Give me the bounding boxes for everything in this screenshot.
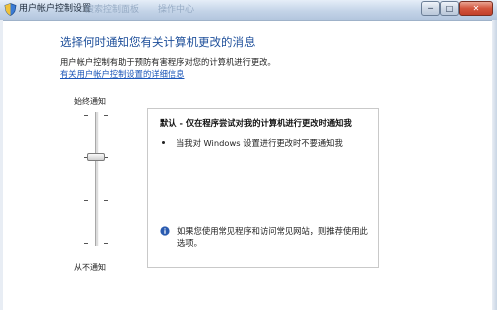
background-window-text: 操作中心 — [158, 5, 195, 15]
uac-help-link[interactable]: 有关用户帐户控制设置的详细信息 — [60, 68, 184, 80]
slider-tick — [104, 200, 108, 201]
slider-tick — [84, 243, 88, 244]
minimize-button[interactable]: ─ — [421, 1, 440, 16]
page-heading: 选择何时通知您有关计算机更改的消息 — [60, 35, 256, 49]
window-right-border — [492, 20, 497, 310]
maximize-button[interactable]: □ — [440, 1, 459, 16]
page-description: 用户帐户控制有助于预防有害程序对您的计算机进行更改。 — [60, 57, 276, 67]
shield-icon — [4, 3, 17, 16]
slider-track[interactable] — [95, 112, 99, 246]
slider-top-label: 始终通知 — [74, 97, 106, 106]
slider-tick — [84, 200, 88, 201]
slider-bottom-label: 从不通知 — [74, 263, 106, 272]
background-search-text: 搜索控制面板 — [85, 5, 140, 15]
level-description-panel: 默认 - 仅在程序尝试对我的计算机进行更改时通知我 当我对 Windows 设置… — [147, 108, 379, 268]
slider-thumb[interactable] — [87, 153, 105, 161]
title-bar: 用户帐户控制设置 搜索控制面板 操作中心 ─ □ ✕ — [0, 0, 497, 21]
notification-level-slider[interactable] — [80, 110, 112, 250]
close-button[interactable]: ✕ — [459, 1, 493, 16]
window-left-border — [0, 20, 3, 310]
slider-tick — [84, 115, 88, 116]
window-title: 用户帐户控制设置 — [19, 4, 92, 14]
level-title: 默认 - 仅在程序尝试对我的计算机进行更改时通知我 — [160, 118, 352, 128]
bullet-icon — [162, 141, 165, 144]
level-bullet-text: 当我对 Windows 设置进行更改时不要通知我 — [176, 138, 343, 148]
recommendation-text: 如果您使用常见程序和访问常见网站，则推荐使用此选项。 — [177, 226, 368, 248]
slider-tick — [104, 115, 108, 116]
info-icon — [160, 226, 170, 236]
slider-tick — [104, 243, 108, 244]
